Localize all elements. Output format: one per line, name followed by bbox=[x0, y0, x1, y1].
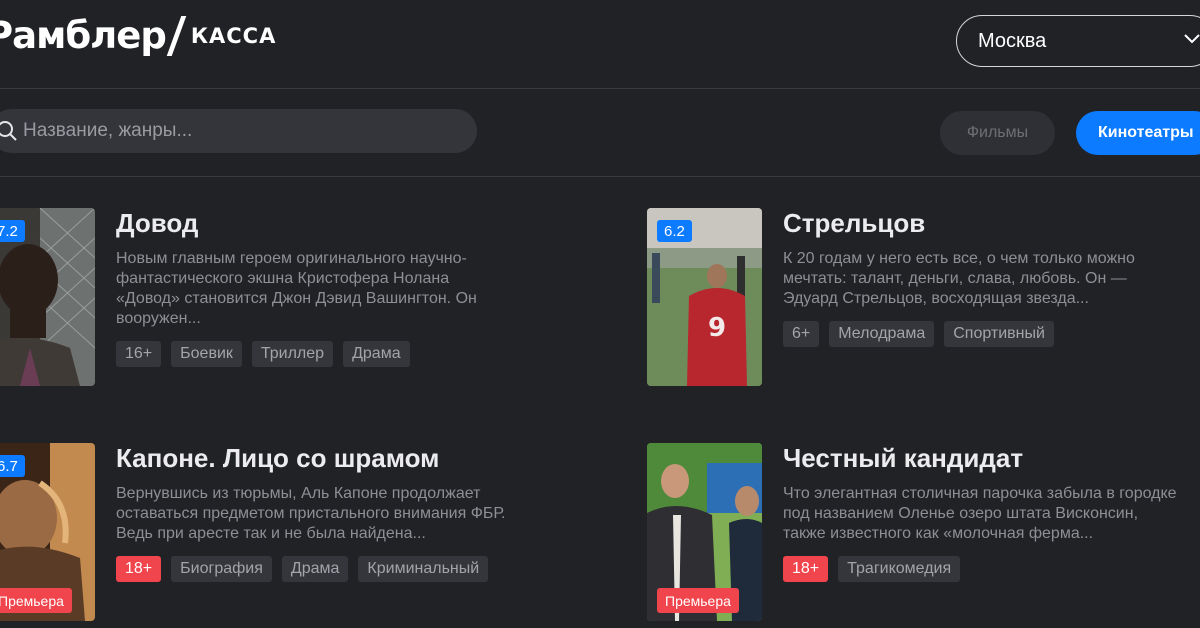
tab-films[interactable]: Фильмы bbox=[940, 111, 1055, 155]
age-rating-tag: 16+ bbox=[116, 341, 162, 367]
search-input[interactable] bbox=[23, 109, 463, 153]
movie-poster[interactable]: 6.7 Премьера bbox=[0, 443, 95, 621]
movie-tags: 18+ Биография Драма Криминальный bbox=[116, 556, 516, 582]
genre-tag[interactable]: Драма bbox=[343, 341, 410, 367]
movie-poster[interactable]: Премьера bbox=[647, 443, 762, 621]
movie-info: Довод Новым главным героем оригинального… bbox=[116, 208, 516, 367]
search-icon bbox=[0, 121, 17, 141]
movie-title[interactable]: Капоне. Лицо со шрамом bbox=[116, 443, 516, 473]
age-rating-tag: 18+ bbox=[783, 556, 829, 582]
logo-sub-text: КАССА bbox=[190, 23, 277, 48]
city-label: Москва bbox=[978, 29, 1047, 52]
rating-badge: 6.7 bbox=[0, 455, 25, 477]
movie-description: Новым главным героем оригинального научн… bbox=[116, 250, 477, 327]
header: Рамблер КАССА Москва bbox=[0, 0, 1200, 89]
genre-tag[interactable]: Спортивный bbox=[944, 321, 1054, 347]
genre-tag[interactable]: Драма bbox=[281, 556, 349, 582]
chevron-down-icon bbox=[1184, 34, 1200, 44]
movie-poster[interactable]: 9 6.2 bbox=[647, 208, 762, 386]
age-rating-tag: 6+ bbox=[783, 321, 820, 347]
age-rating-tag: 18+ bbox=[116, 556, 162, 582]
movie-description: К 20 годам у него есть все, о чем только… bbox=[783, 250, 1135, 307]
rating-badge: 6.2 bbox=[657, 220, 692, 242]
movie-info: Стрельцов К 20 годам у него есть все, о … bbox=[783, 208, 1183, 347]
movie-description: Вернувшись из тюрьмы, Аль Капоне продолж… bbox=[116, 485, 506, 542]
genre-tag[interactable]: Биография bbox=[171, 556, 272, 582]
logo[interactable]: Рамблер КАССА bbox=[0, 14, 276, 57]
toolbar: Фильмы Кинотеатры bbox=[0, 89, 1200, 177]
logo-slash bbox=[166, 15, 187, 56]
rating-badge: 7.2 bbox=[0, 220, 25, 242]
movie-tags: 16+ Боевик Триллер Драма bbox=[116, 341, 516, 367]
logo-main-text: Рамблер bbox=[0, 14, 167, 57]
genre-tag[interactable]: Криминальный bbox=[358, 556, 489, 582]
movie-description: Что элегантная столичная парочка забыла … bbox=[783, 485, 1177, 542]
city-select[interactable]: Москва bbox=[956, 15, 1200, 67]
movie-tags: 18+ Трагикомедия bbox=[783, 556, 1183, 582]
genre-tag[interactable]: Мелодрама bbox=[829, 321, 935, 347]
tab-cinemas[interactable]: Кинотеатры bbox=[1076, 111, 1200, 155]
svg-text:9: 9 bbox=[708, 313, 726, 343]
movie-info: Честный кандидат Что элегантная столична… bbox=[783, 443, 1183, 582]
premiere-badge: Премьера bbox=[0, 588, 72, 613]
search-box[interactable] bbox=[0, 109, 477, 153]
movie-info: Капоне. Лицо со шрамом Вернувшись из тюр… bbox=[116, 443, 516, 582]
genre-tag[interactable]: Триллер bbox=[251, 341, 334, 367]
movie-tags: 6+ Мелодрама Спортивный bbox=[783, 321, 1183, 347]
genre-tag[interactable]: Трагикомедия bbox=[838, 556, 961, 582]
movie-poster[interactable]: 7.2 bbox=[0, 208, 95, 386]
movie-title[interactable]: Стрельцов bbox=[783, 208, 1183, 238]
premiere-badge: Премьера bbox=[657, 588, 739, 613]
movie-title[interactable]: Довод bbox=[116, 208, 516, 238]
genre-tag[interactable]: Боевик bbox=[171, 341, 242, 367]
movie-title[interactable]: Честный кандидат bbox=[783, 443, 1183, 473]
